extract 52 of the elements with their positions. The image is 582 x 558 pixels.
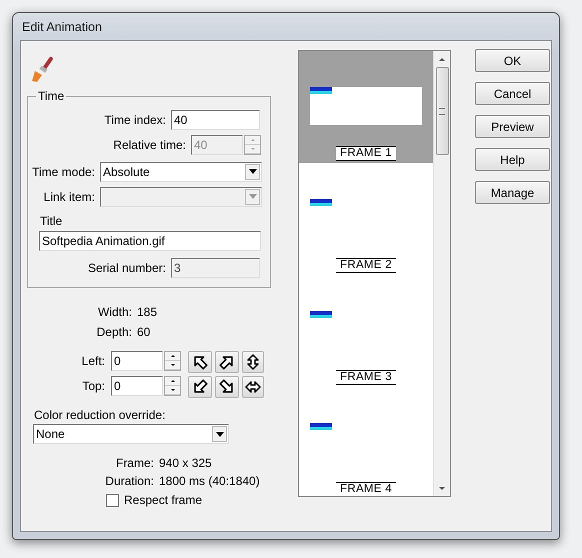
position-field[interactable]: 0: [111, 351, 163, 371]
arrow-down-left-button[interactable]: [188, 376, 212, 398]
scrollbar[interactable]: [433, 51, 450, 496]
info-value: 60: [137, 325, 150, 339]
arrow-up-right-icon: [219, 354, 235, 370]
dialog-button[interactable]: Preview: [475, 115, 550, 138]
dialog-button[interactable]: Manage: [475, 181, 550, 204]
dialog-button[interactable]: Help: [475, 148, 550, 171]
field-label: Title: [40, 214, 64, 228]
group-title: Time: [36, 89, 66, 103]
info-value: 185: [137, 305, 158, 319]
window-title: Edit Animation: [22, 20, 102, 34]
up-down-arrow-icon: [246, 354, 260, 370]
frame-label: FRAME 3: [336, 370, 396, 385]
arrow-down-right-button[interactable]: [215, 376, 239, 398]
frame-label: FRAME 2: [336, 258, 396, 273]
vertical-arrows-button[interactable]: [242, 351, 264, 373]
color-reduction-dropdown[interactable]: None: [33, 424, 229, 444]
field-label: Time index:: [103, 112, 167, 126]
info-value: 1800 ms (40:1840): [159, 474, 260, 488]
info-label: Depth:: [96, 325, 133, 339]
arrow-down-right-icon: [219, 379, 235, 395]
title-field[interactable]: Softpedia Animation.gif: [39, 231, 261, 251]
position-field[interactable]: 0: [111, 376, 163, 396]
spinner-control[interactable]: [164, 376, 181, 396]
dialog-button[interactable]: Cancel: [475, 82, 550, 105]
info-label: Width:: [96, 305, 133, 319]
field-label: Color reduction override:: [34, 408, 166, 422]
time-mode-dropdown[interactable]: Absolute: [100, 162, 262, 182]
horizontal-arrows-button[interactable]: [242, 376, 264, 398]
arrow-up-left-icon: [192, 354, 208, 370]
dialog-button[interactable]: OK: [475, 49, 550, 72]
field-label: Time mode:: [31, 164, 96, 178]
serial-number-field: 3: [171, 258, 260, 278]
info-label: Frame:: [114, 456, 155, 470]
field-label: Top:: [81, 379, 106, 393]
frame-label: FRAME 1: [336, 146, 396, 161]
field-label: Serial number:: [86, 260, 167, 274]
info-label: Duration:: [104, 474, 155, 488]
field-label: Relative time:: [112, 138, 187, 152]
field-label: Left:: [80, 354, 106, 368]
arrow-down-left-icon: [192, 379, 208, 395]
checkbox-label: Respect frame: [124, 493, 202, 507]
left-right-arrow-icon: [245, 380, 261, 394]
time-index-field[interactable]: 40: [171, 110, 260, 130]
arrow-up-right-button[interactable]: [215, 351, 239, 373]
frame-item[interactable]: FRAME 1: [299, 51, 433, 163]
spinner-control[interactable]: [164, 351, 181, 371]
arrow-up-left-button[interactable]: [188, 351, 212, 373]
info-value: 940 x 325: [159, 456, 212, 470]
field-label: Link item:: [42, 190, 96, 204]
respect-frame-checkbox[interactable]: [106, 494, 119, 506]
